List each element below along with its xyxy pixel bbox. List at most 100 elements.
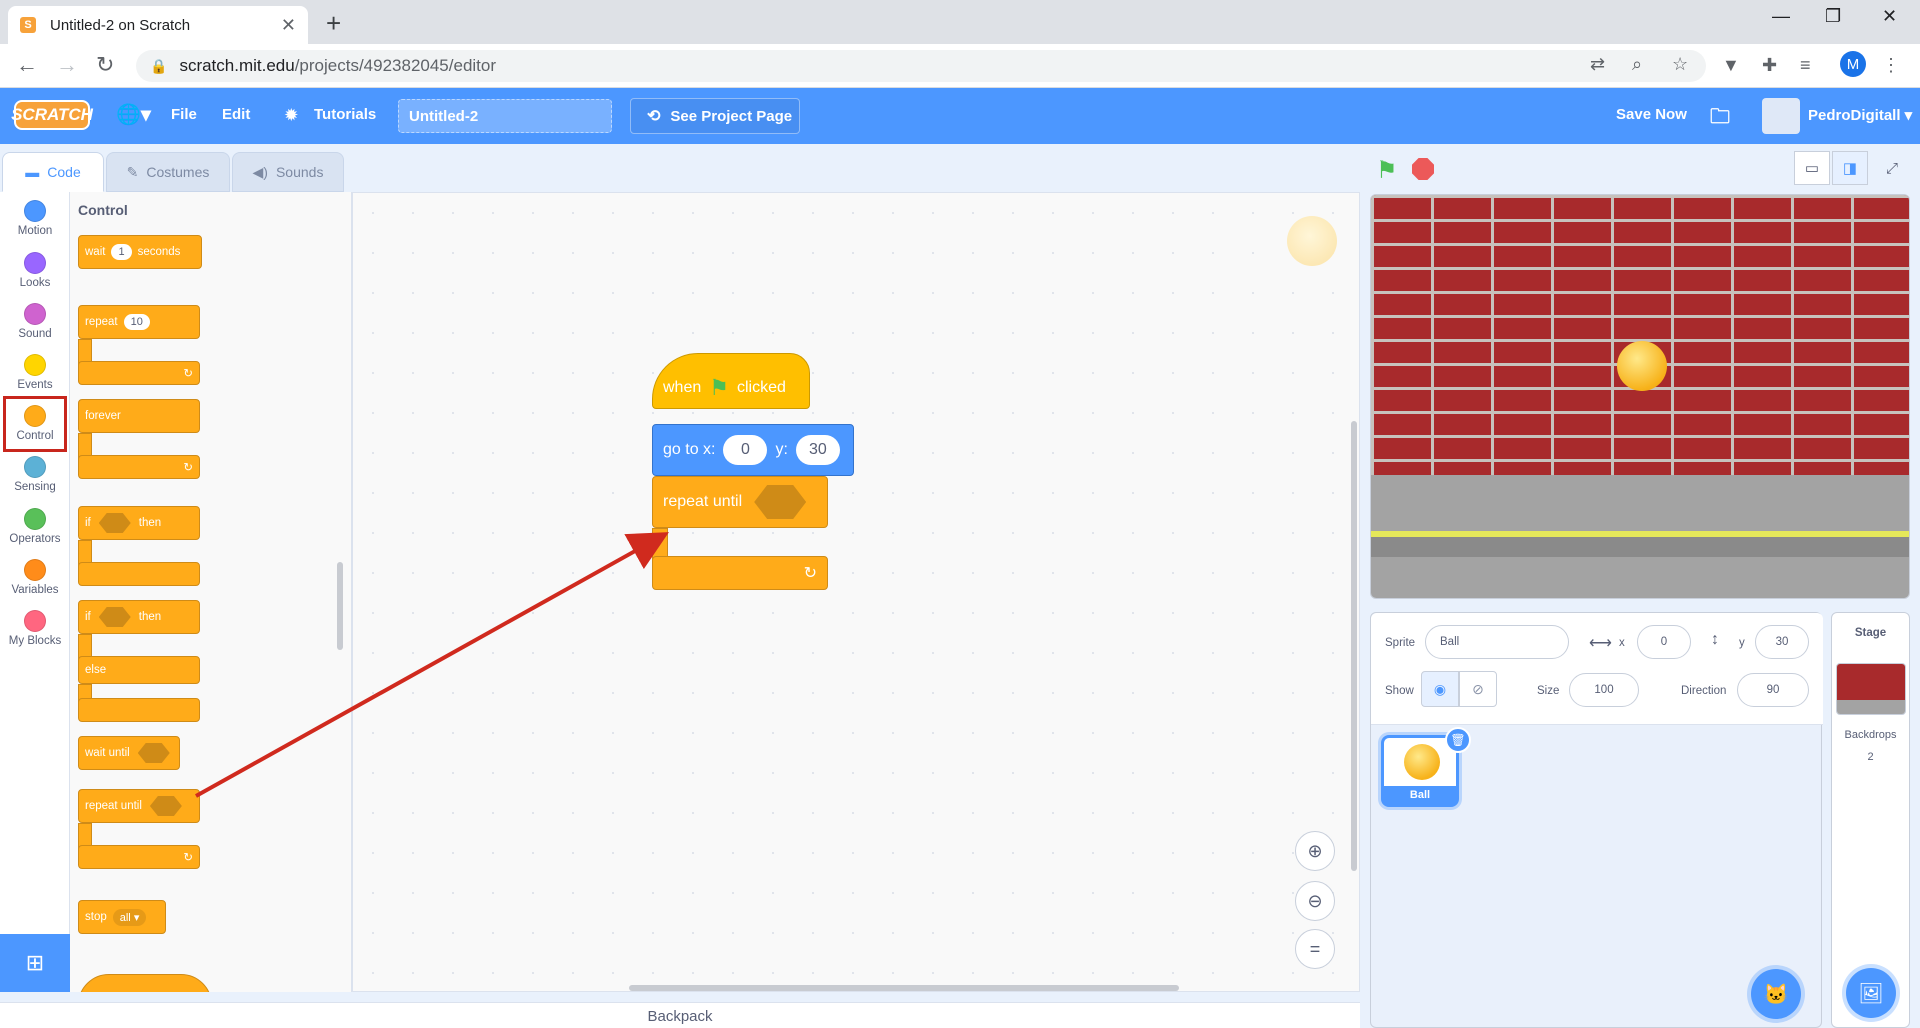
profile-avatar[interactable]: M	[1840, 51, 1866, 77]
translate-icon[interactable]: ⇄	[1590, 54, 1605, 75]
wait-until-block[interactable]: wait until	[78, 736, 180, 770]
show-sprite-button[interactable]: ◉	[1421, 671, 1459, 707]
direction-input[interactable]: 90	[1737, 673, 1809, 707]
wait-seconds-block[interactable]: wait 1 seconds	[78, 235, 202, 269]
size-input[interactable]: 100	[1569, 673, 1639, 707]
zoom-reset-button[interactable]: =	[1295, 929, 1335, 969]
condition-slot[interactable]	[98, 513, 131, 533]
restore-icon[interactable]: ❐	[1825, 6, 1841, 27]
see-project-page-button[interactable]: ⟲ See Project Page	[630, 98, 800, 134]
add-extension-button[interactable]: ⊞	[0, 934, 70, 992]
brick-wall-backdrop	[1371, 195, 1909, 475]
username-label: PedroDigitall	[1808, 107, 1901, 124]
repeat-until-palette-block[interactable]: repeat until	[78, 789, 200, 823]
repeat-block[interactable]: repeat 10	[78, 305, 200, 339]
zoom-out-button[interactable]: ⊖	[1295, 881, 1335, 921]
large-stage-button[interactable]: ◨	[1832, 151, 1868, 185]
browser-tab[interactable]: S Untitled-2 on Scratch ✕	[8, 6, 308, 44]
goto-y-input[interactable]: 30	[795, 435, 840, 465]
stop-button[interactable]	[1412, 158, 1434, 180]
user-avatar[interactable]	[1762, 98, 1800, 134]
tab-code[interactable]: ▬ Code	[2, 152, 104, 192]
reload-icon[interactable]: ↻	[96, 52, 114, 78]
scratch-logo[interactable]: SCRATCH	[11, 100, 93, 130]
zoom-reset-icon: =	[1309, 938, 1321, 959]
goto-x-input[interactable]: 0	[723, 435, 768, 465]
operators-dot-icon	[24, 508, 46, 530]
username-menu[interactable]: PedroDigitall ▾	[1808, 106, 1912, 124]
block-input[interactable]: 10	[123, 314, 150, 330]
when-flag-clicked-block[interactable]: when ⚑ clicked	[652, 353, 810, 409]
browser-menu-icon[interactable]: ⋮	[1882, 55, 1900, 76]
loop-arrow-icon: ↻	[183, 462, 193, 474]
variables-dot-icon	[24, 559, 46, 581]
file-menu[interactable]: File	[171, 106, 197, 123]
category-sound[interactable]: Sound	[0, 303, 70, 340]
tab-sounds[interactable]: ◀) Sounds	[232, 152, 344, 192]
close-tab-icon[interactable]: ✕	[281, 15, 296, 36]
zoom-icon[interactable]: ⌕	[1632, 54, 1642, 75]
stop-block[interactable]: stop all ▾	[78, 900, 166, 934]
hat-block-partial[interactable]	[78, 974, 212, 992]
choose-backdrop-button[interactable]: 🖼	[1846, 968, 1896, 1018]
tab-costumes[interactable]: ✎ Costumes	[106, 152, 230, 192]
condition-slot[interactable]	[98, 607, 131, 627]
ball-sprite[interactable]	[1617, 341, 1667, 391]
go-to-xy-block[interactable]: go to x: 0 y: 30	[652, 424, 854, 476]
hide-sprite-button[interactable]: ⊘	[1459, 671, 1497, 707]
category-events[interactable]: Events	[0, 354, 70, 391]
category-label: Looks	[19, 277, 51, 289]
save-now-button[interactable]: Save Now	[1616, 106, 1687, 123]
category-my-blocks[interactable]: My Blocks	[0, 610, 70, 647]
zoom-in-button[interactable]: ⊕	[1295, 831, 1335, 871]
workspace-vertical-scrollbar[interactable]	[1351, 421, 1357, 871]
repeat-until-script-block[interactable]: repeat until	[652, 476, 828, 528]
script-workspace[interactable]: when ⚑ clicked go to x: 0 y: 30 repeat u…	[352, 192, 1360, 992]
small-stage-button[interactable]: ▭	[1794, 151, 1830, 185]
window-close-icon[interactable]: ✕	[1882, 6, 1897, 27]
extension-icon[interactable]: ▼	[1722, 55, 1740, 76]
workspace-horizontal-scrollbar[interactable]	[629, 985, 1179, 991]
forever-block[interactable]: forever	[78, 399, 200, 433]
url-input[interactable]: 🔒 scratch.mit.edu /projects/492382045/ed…	[136, 50, 1706, 82]
minimize-icon[interactable]: —	[1772, 6, 1790, 27]
condition-slot[interactable]	[149, 796, 182, 816]
back-icon[interactable]: ←	[16, 52, 38, 78]
category-variables[interactable]: Variables	[0, 559, 70, 596]
category-looks[interactable]: Looks	[0, 252, 70, 289]
condition-slot[interactable]	[137, 743, 170, 763]
sprite-name-input[interactable]: Ball	[1425, 625, 1569, 659]
if-then-block[interactable]: if then	[78, 506, 200, 540]
tutorials-menu[interactable]: Tutorials	[314, 106, 376, 123]
palette-scrollbar[interactable]	[337, 562, 343, 650]
category-motion[interactable]: Motion	[0, 200, 70, 237]
new-tab-icon[interactable]: +	[326, 8, 341, 39]
street-backdrop	[1371, 475, 1909, 598]
stage-selector[interactable]: Stage Backdrops 2	[1831, 612, 1910, 1028]
condition-slot[interactable]	[754, 485, 807, 519]
stop-dropdown[interactable]: all ▾	[112, 908, 147, 926]
forward-icon[interactable]: →	[56, 52, 78, 78]
stage-canvas[interactable]	[1370, 194, 1910, 599]
block-input[interactable]: 1	[111, 244, 132, 260]
green-flag-button[interactable]: ⚑	[1376, 156, 1398, 185]
category-operators[interactable]: Operators	[0, 508, 70, 545]
edit-menu[interactable]: Edit	[222, 106, 250, 123]
project-title-input[interactable]: Untitled-2	[398, 99, 612, 133]
choose-sprite-button[interactable]: 🐱	[1751, 969, 1801, 1019]
sound-dot-icon	[24, 303, 46, 325]
bookmark-star-icon[interactable]: ☆	[1672, 54, 1688, 75]
delete-sprite-button[interactable]: 🗑	[1445, 727, 1471, 753]
media-control-icon[interactable]: ≡	[1800, 55, 1811, 76]
my-stuff-folder-icon[interactable]: 🗀	[1710, 102, 1730, 136]
language-globe-icon[interactable]: 🌐▾	[116, 102, 151, 127]
if-then-else-block[interactable]: if then	[78, 600, 200, 634]
backpack-bar[interactable]: Backpack	[0, 1002, 1360, 1028]
block-label: wait	[85, 246, 106, 258]
add-extension-icon: ⊞	[25, 950, 45, 975]
y-input[interactable]: 30	[1755, 625, 1809, 659]
extensions-puzzle-icon[interactable]: ✚	[1762, 55, 1777, 76]
x-input[interactable]: 0	[1637, 625, 1691, 659]
category-sensing[interactable]: Sensing	[0, 456, 70, 493]
fullscreen-button[interactable]: ⤢	[1874, 151, 1910, 185]
